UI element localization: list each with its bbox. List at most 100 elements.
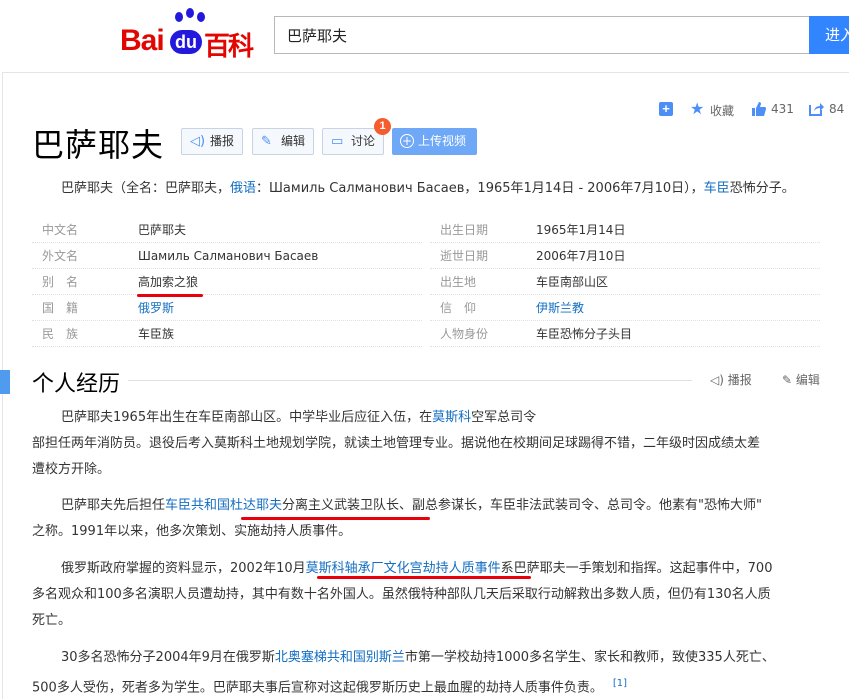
red-underline	[317, 576, 531, 579]
info-row: 中文名 巴萨耶夫	[32, 217, 422, 243]
divider	[128, 380, 692, 381]
search-box[interactable]	[274, 16, 810, 54]
favorite-label[interactable]: 收藏	[710, 102, 734, 119]
text: 市第一学校劫持1000多名学生、家长和教师，致使335人死亡、	[404, 650, 775, 665]
paragraph: 巴萨耶夫1965年出生在车臣南部山区。中学毕业后应征入伍，在莫斯科空军总司令 部…	[32, 405, 822, 483]
likes-count: 431	[771, 102, 794, 116]
upload-video-button[interactable]: + 上传视频	[392, 128, 477, 155]
section-marker	[0, 370, 10, 394]
text: 系巴萨耶夫一手策划和指挥。这起事件中，700	[500, 561, 773, 576]
upload-video-label: 上传视频	[418, 134, 467, 148]
star-icon[interactable]: ★	[690, 99, 704, 118]
text-line: 500多人受伤，死者多为学生。巴萨耶夫事后宣称对这起俄罗斯历史上最血腥的劫持人质…	[32, 671, 822, 699]
discuss-badge: 1	[374, 118, 391, 135]
info-key: 民 族	[42, 327, 79, 341]
info-value: Шамиль Салманович Басаев	[138, 249, 319, 263]
summary-text-1: 巴萨耶夫（全名：巴萨耶夫，	[61, 181, 231, 196]
baidu-baike-logo[interactable]: Bai du 百科	[120, 8, 260, 62]
section-edit-button[interactable]: ✎ 编辑	[782, 371, 820, 388]
share-icon[interactable]	[808, 101, 824, 117]
text: 30多名恐怖分子2004年9月在俄罗斯	[61, 650, 275, 665]
info-key: 逝世日期	[440, 249, 489, 263]
discuss-button[interactable]: ▭ 讨论	[322, 128, 384, 155]
speaker-icon: ◁)	[190, 134, 206, 149]
thumbs-up-icon[interactable]	[751, 101, 767, 117]
plus-circle-icon: +	[400, 134, 414, 148]
text-line: 巴萨耶夫先后担任车臣共和国杜达耶夫分离主义武装卫队长、副总参谋长，车臣非法武装司…	[32, 493, 822, 519]
text: 500多人受伤，死者多为学生。巴萨耶夫事后宣称对这起俄罗斯历史上最血腥的劫持人质…	[32, 680, 603, 696]
info-value: 巴萨耶夫	[138, 223, 187, 237]
edit-button[interactable]: ✎ 编辑	[252, 128, 314, 155]
section-title: 个人经历	[32, 372, 121, 397]
reference-link[interactable]: [1]	[613, 678, 627, 689]
text: 空军总司令	[471, 410, 537, 425]
header: Bai du 百科 进入	[0, 0, 849, 72]
info-key: 国 籍	[42, 301, 79, 315]
info-key: 中文名	[42, 223, 79, 237]
red-underline	[241, 517, 430, 520]
info-value: 1965年1月14日	[536, 223, 626, 237]
info-value: 车臣恐怖分子头目	[536, 327, 633, 341]
summary-text-3: 恐怖分子。	[729, 181, 795, 196]
section-report-button[interactable]: ◁) 播报	[710, 371, 752, 388]
info-key: 信 仰	[440, 301, 477, 315]
section-edit-label: 编辑	[795, 373, 820, 387]
paragraph: 30多名恐怖分子2004年9月在俄罗斯北奥塞梯共和国别斯兰市第一学校劫持1000…	[32, 645, 822, 699]
pencil-icon: ✎	[782, 373, 793, 387]
info-key: 出生日期	[440, 223, 489, 237]
info-value: 2006年7月10日	[536, 249, 626, 263]
link-beslan[interactable]: 北奥塞梯共和国别斯兰	[275, 650, 405, 665]
link-russian[interactable]: 俄语	[230, 181, 256, 196]
info-value: 高加索之狼	[138, 275, 199, 289]
info-key: 人物身份	[440, 327, 489, 341]
summary-text-2: ：Шамиль Салманович Басаев，1965年1月14日 - 2…	[256, 181, 704, 196]
info-key: 外文名	[42, 249, 79, 263]
info-value: 车臣南部山区	[536, 275, 609, 289]
link-moscow-hostage-crisis[interactable]: 莫斯科轴承厂文化宫劫持人质事件	[306, 561, 501, 576]
report-button[interactable]: ◁) 播报	[181, 128, 243, 155]
info-row: 出生地 车臣南部山区	[430, 269, 820, 295]
info-value-link[interactable]: 伊斯兰教	[536, 295, 584, 321]
page-title: 巴萨耶夫	[32, 126, 165, 164]
paragraph: 俄罗斯政府掌握的资料显示，2002年10月莫斯科轴承厂文化宫劫持人质事件系巴萨耶…	[32, 556, 822, 634]
info-row: 外文名 Шамиль Салманович Басаев	[32, 243, 422, 269]
enter-button[interactable]: 进入	[809, 16, 849, 54]
pencil-icon: ✎	[261, 134, 272, 149]
info-key: 出生地	[440, 275, 477, 289]
shares-count: 84	[829, 102, 845, 116]
text-line: 部担任两年消防员。退役后考入莫斯科土地规划学院，就读土地管理专业。据说他在校期间…	[32, 436, 761, 451]
text: 分离主义武装卫队长、副总参谋长，车臣非法武装司令、总司令。他素有"恐怖大师"	[282, 498, 762, 513]
red-underline	[137, 294, 203, 297]
text-line: 遭校方开除。	[32, 462, 111, 477]
comment-icon: ▭	[331, 134, 344, 149]
info-row: 别 名 高加索之狼	[32, 269, 422, 295]
text-line: 巴萨耶夫1965年出生在车臣南部山区。中学毕业后应征入伍，在莫斯科空军总司令	[32, 405, 822, 431]
text-line: 多名观众和100多名演职人员遭劫持，其中有数十名外国人。虽然俄特种部队几天后采取…	[32, 587, 771, 602]
add-icon[interactable]: +	[659, 102, 673, 116]
info-row: 出生日期 1965年1月14日	[430, 217, 820, 243]
text-line: 30多名恐怖分子2004年9月在俄罗斯北奥塞梯共和国别斯兰市第一学校劫持1000…	[32, 645, 822, 671]
report-label: 播报	[210, 134, 235, 148]
text: 巴萨耶夫1965年出生在车臣南部山区。中学毕业后应征入伍，在	[61, 410, 433, 425]
info-row: 信 仰 伊斯兰教	[430, 295, 820, 321]
info-value: 车臣族	[138, 327, 175, 341]
info-key: 别 名	[42, 275, 79, 289]
text-line: 死亡。	[32, 613, 72, 628]
discuss-label: 讨论	[351, 134, 376, 148]
info-row: 民 族 车臣族	[32, 321, 422, 347]
link-chechnya[interactable]: 车臣	[704, 181, 730, 196]
speaker-icon: ◁)	[710, 373, 724, 387]
info-value-link[interactable]: 俄罗斯	[138, 295, 174, 321]
info-row: 人物身份 车臣恐怖分子头目	[430, 321, 820, 347]
text: 俄罗斯政府掌握的资料显示，2002年10月	[61, 561, 306, 576]
link-dudayev[interactable]: 车臣共和国杜达耶夫	[165, 498, 282, 513]
info-row: 国 籍 俄罗斯	[32, 295, 422, 321]
link-moscow[interactable]: 莫斯科	[432, 410, 471, 425]
summary: 巴萨耶夫（全名：巴萨耶夫，俄语：Шамиль Салманович Басаев…	[61, 177, 795, 196]
info-row: 逝世日期 2006年7月10日	[430, 243, 820, 269]
search-input[interactable]	[275, 17, 810, 53]
section-header: 个人经历 ◁) 播报 ✎ 编辑	[0, 366, 822, 397]
logo-baike-text: 百科	[204, 32, 254, 62]
logo-du-text: du	[170, 30, 202, 54]
logo-bai-text: Bai	[120, 24, 165, 57]
